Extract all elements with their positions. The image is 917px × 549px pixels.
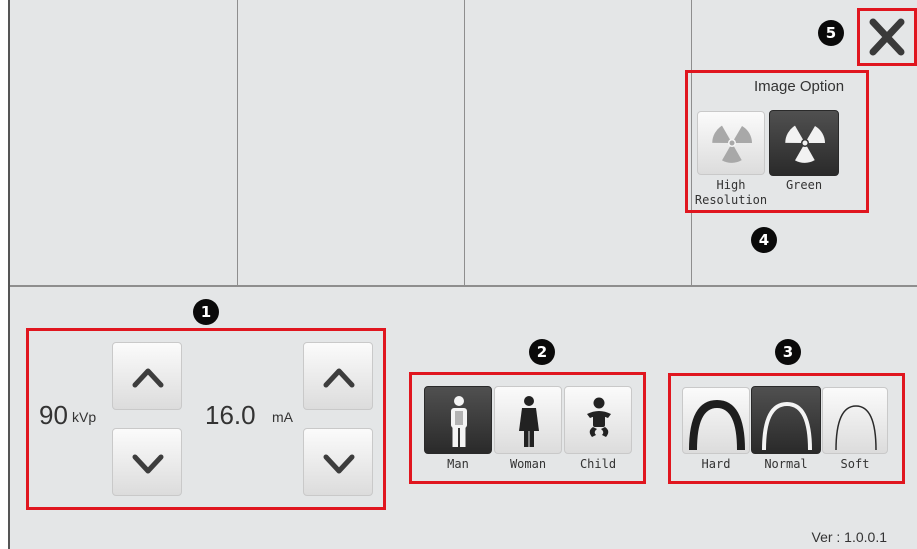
callout-badge-1: 1 [193, 299, 219, 325]
hard-filter-icon [689, 399, 745, 451]
left-frame-border [0, 0, 10, 549]
man-button[interactable] [424, 386, 492, 454]
callout-badge-2: 2 [529, 339, 555, 365]
chevron-down-icon [323, 454, 355, 474]
image-option-title: Image Option [754, 78, 845, 95]
callout-badge-3: 3 [775, 339, 801, 365]
grid-divider [464, 0, 465, 285]
image-cell-3[interactable] [464, 0, 690, 285]
image-cell-2[interactable] [237, 0, 463, 285]
soft-label: Soft [840, 457, 870, 471]
grid-divider [237, 0, 238, 285]
chevron-down-icon [132, 454, 164, 474]
woman-icon [519, 396, 539, 447]
child-label: Child [579, 457, 617, 471]
close-button[interactable] [864, 15, 910, 59]
green-button[interactable] [769, 110, 839, 176]
hard-label: Hard [701, 457, 731, 471]
panel-divider [10, 285, 917, 287]
kvp-unit: kVp [72, 409, 97, 425]
high-resolution-label: High Resolution [694, 178, 768, 207]
man-icon [451, 396, 467, 447]
image-cell-1[interactable] [10, 0, 236, 285]
soft-button[interactable] [822, 387, 888, 454]
soft-filter-icon [835, 405, 877, 451]
hard-button[interactable] [682, 387, 750, 454]
ma-value: 16.0 [205, 400, 256, 430]
ma-up-button[interactable] [303, 342, 373, 410]
child-button[interactable] [564, 386, 632, 454]
radiation-icon [712, 125, 752, 163]
chevron-up-icon [323, 368, 355, 388]
normal-label: Normal [764, 457, 808, 471]
callout-badge-4: 4 [751, 227, 777, 253]
normal-button[interactable] [751, 386, 821, 454]
woman-button[interactable] [494, 386, 562, 454]
normal-filter-icon [762, 401, 812, 451]
green-label: Green [785, 178, 823, 192]
chevron-up-icon [132, 368, 164, 388]
close-icon [869, 18, 905, 56]
woman-label: Woman [509, 457, 547, 471]
ma-unit: mA [272, 409, 293, 425]
high-resolution-button[interactable] [697, 111, 765, 175]
ma-down-button[interactable] [303, 428, 373, 496]
kvp-down-button[interactable] [112, 428, 182, 496]
child-icon [587, 397, 611, 437]
man-label: Man [447, 457, 469, 471]
radiation-icon [785, 125, 825, 163]
version-text: Ver : 1.0.0.1 [811, 529, 888, 545]
kvp-up-button[interactable] [112, 342, 182, 410]
kvp-value: 90 [39, 400, 68, 430]
callout-badge-5: 5 [818, 20, 844, 46]
